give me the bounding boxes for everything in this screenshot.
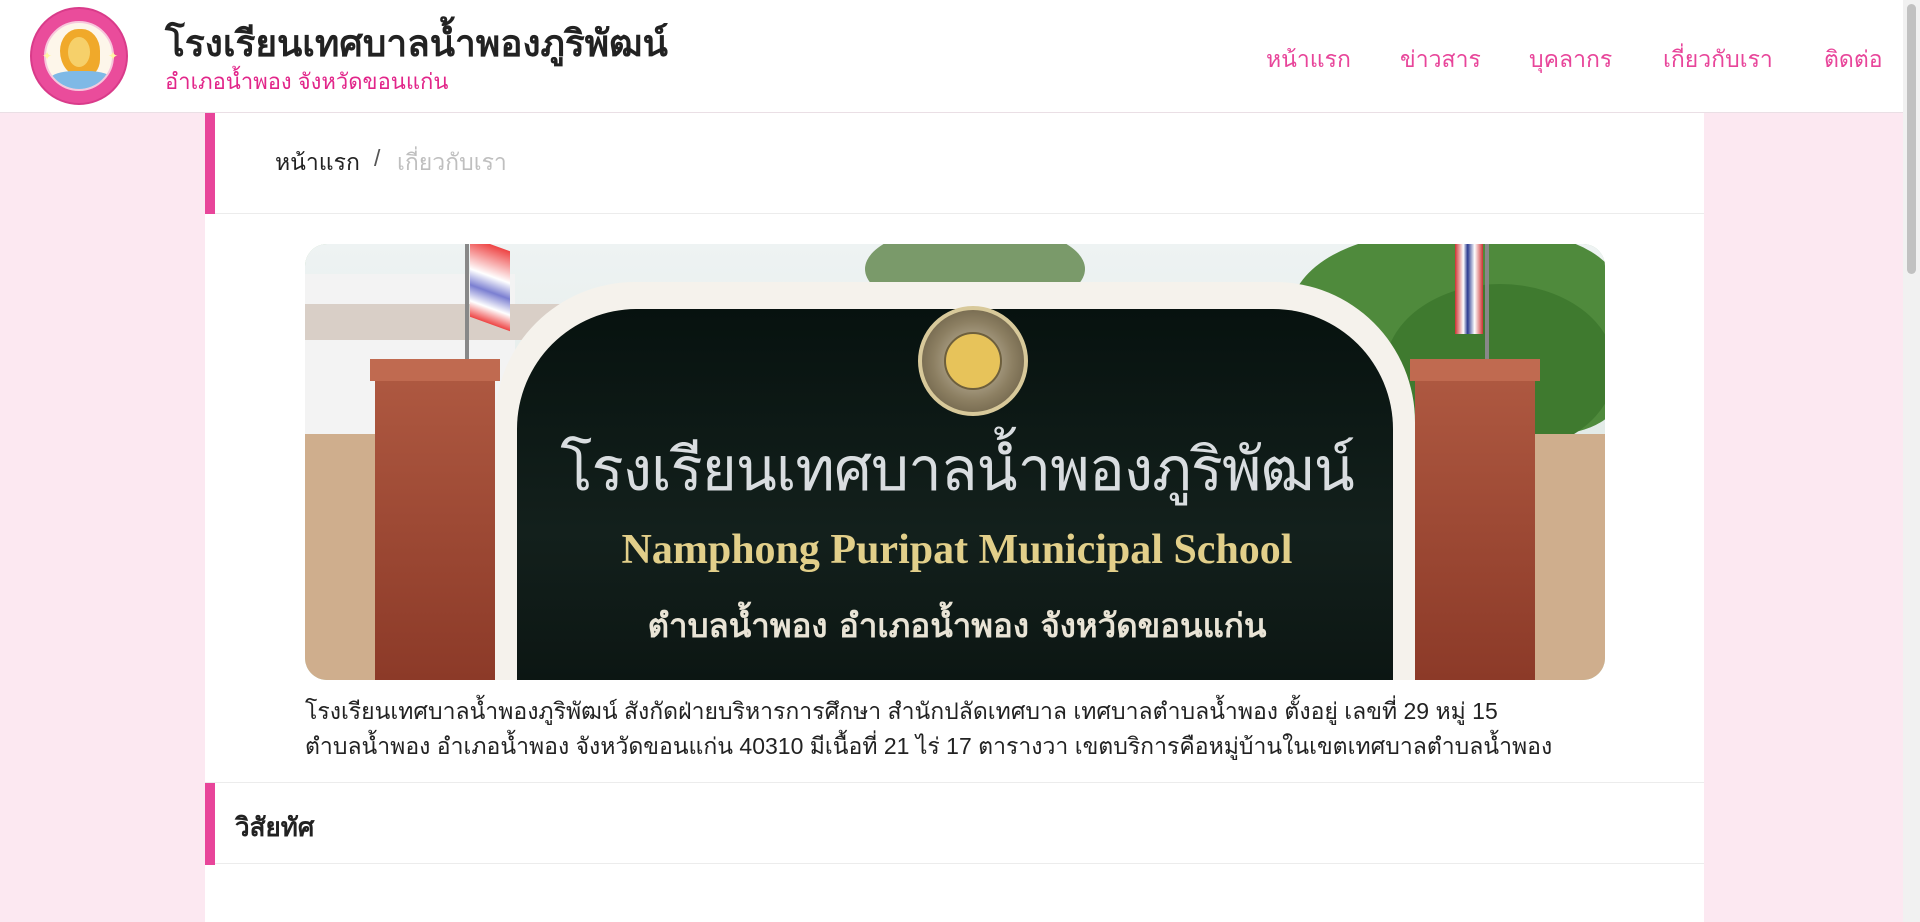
sign-english-name: Namphong Puripat Municipal School: [621, 527, 1293, 573]
naga-head: [68, 37, 90, 67]
scrollbar-thumb[interactable]: [1907, 4, 1916, 274]
main-content: หน้าแรก / เกี่ยวกับเรา โรงเรียนเทศบาลน้ำ…: [205, 113, 1704, 922]
breadcrumb: หน้าแรก / เกี่ยวกับเรา: [205, 113, 1704, 214]
sign-thai-name: โรงเรียนเทศบาลน้ำพองภูริพัฒน์: [560, 435, 1354, 505]
nav-about[interactable]: เกี่ยวกับเรา: [1663, 42, 1773, 78]
breadcrumb-home-link[interactable]: หน้าแรก: [275, 145, 360, 181]
star-icon: ✦: [42, 49, 53, 63]
flag-pole: [465, 244, 469, 364]
nav-contact[interactable]: ติดต่อ: [1824, 42, 1883, 78]
water-waves: [50, 71, 112, 89]
flag-pole: [1485, 244, 1489, 374]
vision-heading: วิสัยทัศ: [235, 812, 315, 842]
school-logo[interactable]: ✦ ✦: [30, 7, 128, 105]
intro-line: ตำบลน้ำพอง อำเภอน้ำพอง จังหวัดขอนแก่น 40…: [305, 733, 1553, 759]
intro-paragraph: โรงเรียนเทศบาลน้ำพองภูริพัฒน์ สังกัดฝ่าย…: [305, 694, 1625, 764]
school-sign-photo: โรงเรียนเทศบาลน้ำพองภูริพัฒน์ Namphong P…: [305, 244, 1605, 680]
seal-center: [944, 332, 1002, 390]
vision-section-header: วิสัยทัศ: [205, 782, 1704, 865]
municipal-seal: [918, 306, 1028, 416]
sign-address: ตำบลน้ำพอง อำเภอน้ำพอง จังหวัดขอนแก่น: [647, 606, 1267, 645]
thai-flag: [1455, 244, 1483, 334]
nav-personnel[interactable]: บุคลากร: [1529, 42, 1612, 78]
nav-news[interactable]: ข่าวสาร: [1400, 42, 1481, 78]
flag: [470, 244, 510, 332]
site-header: ✦ ✦ โรงเรียนเทศบาลน้ำพองภูริพัฒน์ อำเภอน…: [0, 0, 1920, 113]
pillar-cap: [1410, 359, 1540, 381]
section-accent: [205, 783, 215, 865]
sign-pillar-left: [375, 359, 495, 680]
breadcrumb-accent: [205, 113, 215, 214]
breadcrumb-separator: /: [374, 145, 381, 171]
school-subtitle: อำเภอน้ำพอง จังหวัดขอนแก่น: [165, 69, 449, 94]
breadcrumb-current: เกี่ยวกับเรา: [397, 149, 507, 175]
logo-emblem: [44, 21, 114, 91]
intro-line: โรงเรียนเทศบาลน้ำพองภูริพัฒน์ สังกัดฝ่าย…: [305, 698, 1498, 724]
nav-home[interactable]: หน้าแรก: [1266, 42, 1351, 78]
sign-pillar-right: [1415, 359, 1535, 680]
star-icon: ✦: [108, 49, 119, 63]
page-scrollbar[interactable]: [1903, 0, 1920, 922]
pillar-cap: [370, 359, 500, 381]
